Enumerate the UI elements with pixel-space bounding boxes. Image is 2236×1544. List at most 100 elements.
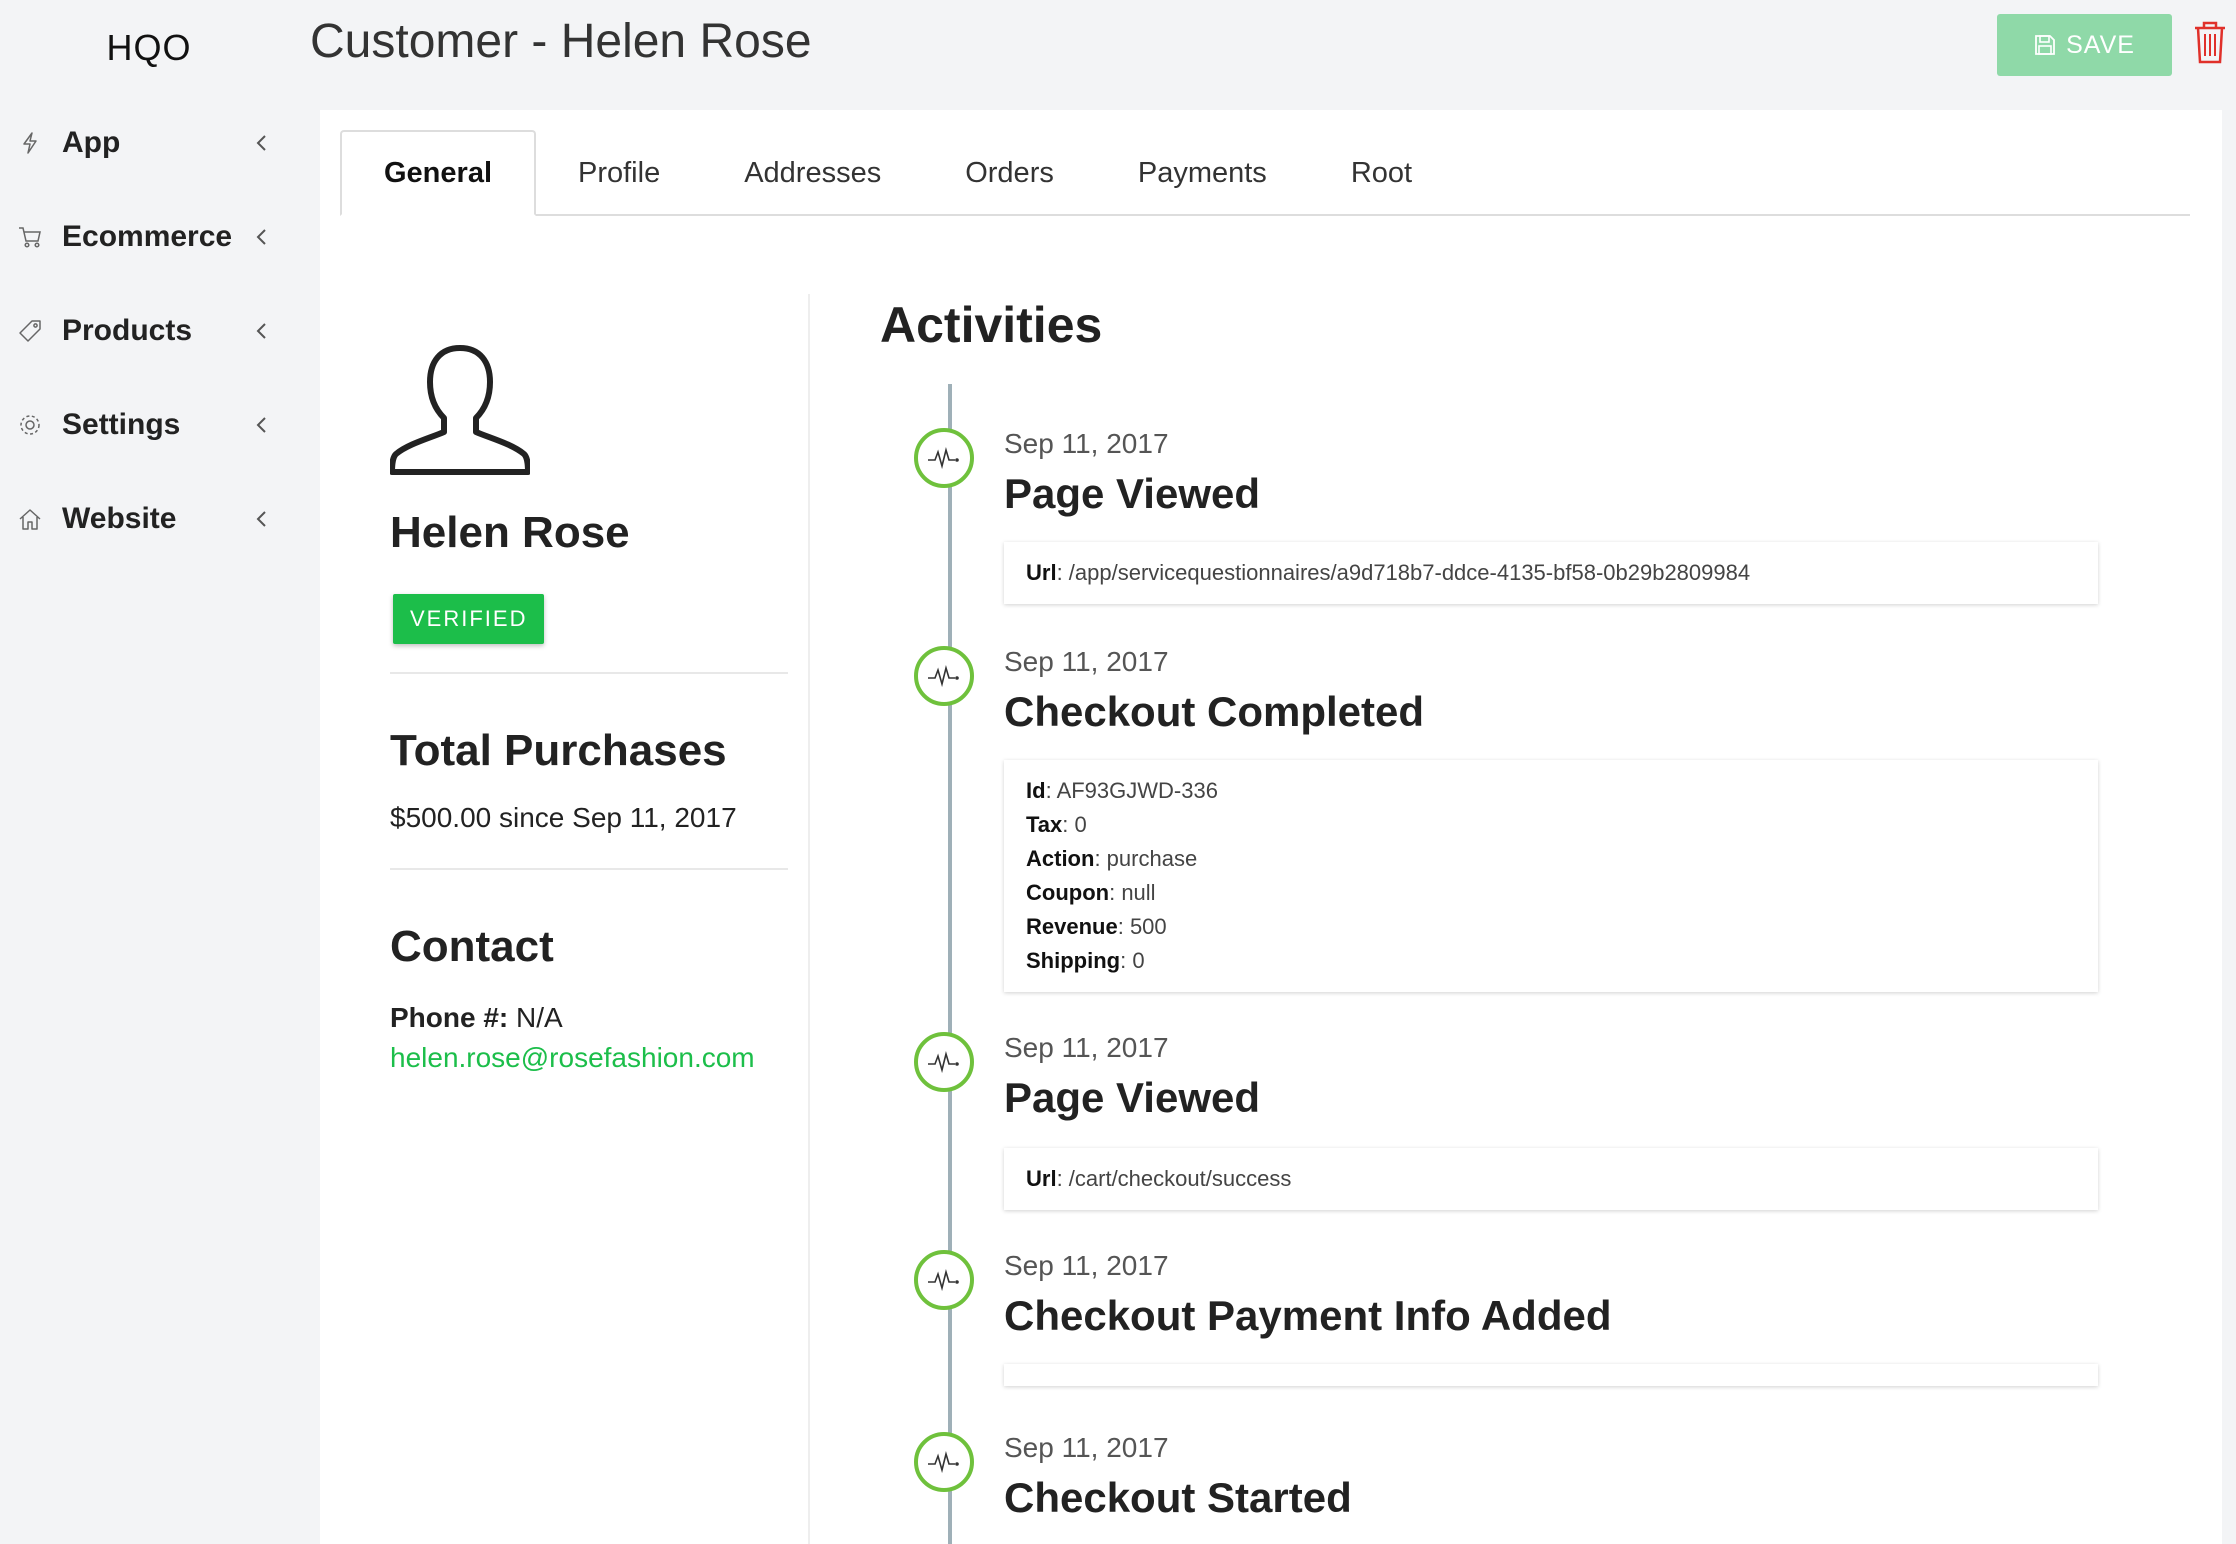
sidebar-item-ecommerce[interactable]: Ecommerce: [0, 190, 298, 284]
detail-key: Revenue: [1026, 914, 1118, 939]
detail-value: : 0: [1120, 948, 1145, 973]
activity-date: Sep 11, 2017: [1004, 646, 1169, 677]
sidebar-item-app[interactable]: App: [0, 96, 298, 190]
activity-title: Checkout Completed: [1004, 688, 1425, 735]
activity-title: Page Viewed: [1004, 1074, 1261, 1121]
activity-title: Checkout Started: [1004, 1474, 1352, 1521]
activity-date: Sep 11, 2017: [1004, 1032, 1169, 1063]
detail-value: : null: [1109, 880, 1156, 905]
gear-icon: [18, 413, 42, 437]
detail-value: : purchase: [1094, 846, 1198, 871]
detail-key: Tax: [1026, 812, 1063, 837]
sidebar-item-label: Website: [62, 502, 177, 535]
activities-title: Activities: [880, 297, 1103, 353]
activity-title: Checkout Payment Info Added: [1004, 1292, 1612, 1339]
tab-payments[interactable]: Payments: [1096, 130, 1309, 216]
detail-row: Tax: 0: [1026, 808, 2076, 842]
save-button-label: SAVE: [2066, 30, 2135, 59]
cart-icon: [18, 225, 42, 249]
sidebar-item-products[interactable]: Products: [0, 284, 298, 378]
detail-value: : /cart/checkout/success: [1056, 1166, 1292, 1191]
activity-dot: [914, 646, 974, 706]
chevron-left-icon: [256, 229, 266, 245]
save-button[interactable]: SAVE: [1997, 14, 2172, 76]
detail-key: Id: [1026, 778, 1046, 803]
chevron-left-icon: [256, 323, 266, 339]
pulse-icon: [928, 446, 959, 470]
detail-key: Url: [1026, 1166, 1057, 1191]
tab-root[interactable]: Root: [1309, 130, 1454, 216]
activity-title: Page Viewed: [1004, 470, 1261, 517]
chevron-left-icon: [256, 417, 266, 433]
activity-details: Id: AF93GJWD-336 Tax: 0 Action: purchase…: [1004, 760, 2098, 992]
sidebar-item-label: Ecommerce: [62, 220, 233, 253]
detail-row: Shipping: 0: [1026, 944, 2076, 978]
trash-icon[interactable]: [2192, 20, 2228, 64]
total-purchases-title: Total Purchases: [390, 726, 727, 775]
user-avatar-icon: [390, 345, 530, 475]
phone-label: Phone #:: [390, 1002, 509, 1033]
customer-summary: Helen Rose VERIFIED Total Purchases $500…: [390, 294, 788, 1074]
sidebar-item-label: App: [62, 126, 121, 159]
tab-bar: General Profile Addresses Orders Payment…: [340, 130, 2190, 216]
activity-date: Sep 11, 2017: [1004, 1250, 1169, 1281]
pulse-icon: [928, 1050, 959, 1074]
detail-value: : 500: [1117, 914, 1167, 939]
detail-row: Url: /app/servicequestionnaires/a9d718b7…: [1026, 556, 2076, 590]
total-purchases-value: $500.00 since Sep 11, 2017: [390, 802, 737, 833]
home-icon: [18, 507, 42, 531]
detail-key: Action: [1026, 846, 1095, 871]
divider: [390, 868, 788, 870]
activity-date: Sep 11, 2017: [1004, 1432, 1169, 1463]
timeline-line: [948, 384, 952, 1544]
sidebar-item-settings[interactable]: Settings: [0, 378, 298, 472]
floppy-disk-icon: [2035, 35, 2055, 55]
sidebar: HQO App Ecommerce Products Settings Webs…: [0, 0, 298, 1544]
detail-value: : 0: [1062, 812, 1087, 837]
tab-addresses[interactable]: Addresses: [702, 130, 923, 216]
chevron-left-icon: [256, 135, 266, 151]
detail-row: Coupon: null: [1026, 876, 2076, 910]
sidebar-item-website[interactable]: Website: [0, 472, 298, 566]
divider: [390, 672, 788, 674]
page-title: Customer - Helen Rose: [310, 15, 812, 68]
detail-key: Coupon: [1026, 880, 1110, 905]
pulse-icon: [928, 664, 959, 688]
activity-details: Url: /app/servicequestionnaires/a9d718b7…: [1004, 542, 2098, 604]
column-divider: [808, 294, 810, 1544]
contact-title: Contact: [390, 922, 554, 971]
phone-value: N/A: [508, 1002, 563, 1033]
contact-phone: Phone #: N/A: [390, 1002, 788, 1034]
contact-email-link[interactable]: helen.rose@rosefashion.com: [390, 1042, 788, 1074]
chevron-left-icon: [256, 511, 266, 527]
detail-key: Shipping: [1026, 948, 1121, 973]
activity-dot: [914, 1032, 974, 1092]
activity-dot: [914, 1250, 974, 1310]
pulse-icon: [928, 1268, 959, 1292]
customer-card: General Profile Addresses Orders Payment…: [320, 110, 2222, 1544]
tab-orders[interactable]: Orders: [923, 130, 1096, 216]
detail-row: Action: purchase: [1026, 842, 2076, 876]
bolt-icon: [18, 131, 42, 155]
sidebar-item-label: Settings: [62, 408, 181, 441]
detail-row: Id: AF93GJWD-336: [1026, 774, 2076, 808]
customer-name: Helen Rose: [390, 508, 630, 557]
tag-icon: [18, 319, 42, 343]
detail-value: : AF93GJWD-336: [1045, 778, 1218, 803]
detail-row: Revenue: 500: [1026, 910, 2076, 944]
detail-row: Url: /cart/checkout/success: [1026, 1162, 2076, 1196]
sidebar-item-label: Products: [62, 314, 193, 347]
activity-details: [1004, 1364, 2098, 1386]
activity-dot: [914, 1432, 974, 1492]
status-badge: VERIFIED: [393, 594, 545, 644]
brand-logo[interactable]: HQO: [0, 0, 298, 96]
tab-profile[interactable]: Profile: [536, 130, 702, 216]
activity-details: Url: /cart/checkout/success: [1004, 1148, 2098, 1210]
detail-key: Url: [1026, 560, 1057, 585]
pulse-icon: [928, 1450, 959, 1474]
activity-dot: [914, 428, 974, 488]
detail-value: : /app/servicequestionnaires/a9d718b7-dd…: [1056, 560, 1751, 585]
page-header: Customer - Helen Rose SAVE: [298, 0, 2236, 92]
tab-general[interactable]: General: [340, 130, 536, 216]
activity-date: Sep 11, 2017: [1004, 428, 1169, 459]
